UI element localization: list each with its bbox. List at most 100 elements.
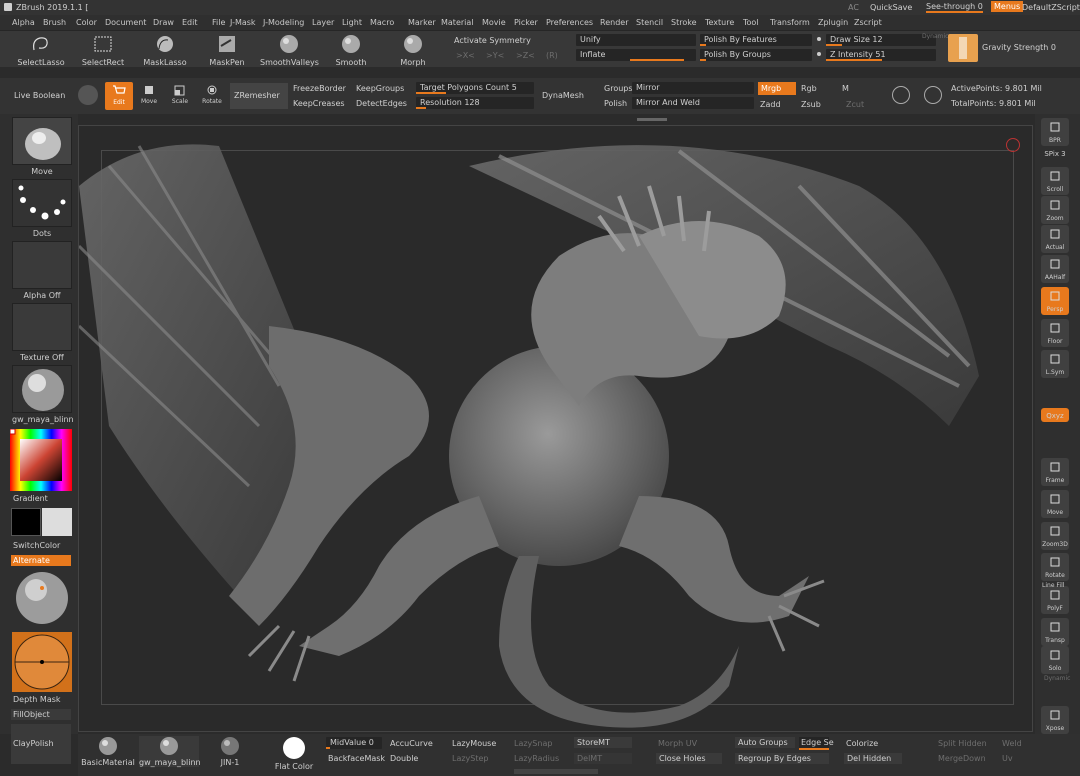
select-rect-button[interactable]: SelectRect — [80, 34, 126, 67]
weld-button[interactable]: Weld — [1002, 739, 1022, 748]
shelf-handle[interactable] — [637, 118, 667, 121]
menu-picker[interactable]: Picker — [514, 18, 538, 27]
merge-down-button[interactable]: MergeDown — [938, 754, 986, 763]
gravity-strength-label[interactable]: Gravity Strength 0 — [982, 43, 1056, 52]
right-transp-button[interactable]: Transp — [1041, 618, 1069, 646]
move-mode-button[interactable]: Move — [138, 84, 160, 105]
lazy-step-slider[interactable]: LazyStep — [452, 754, 489, 763]
stroke-thumbnail[interactable] — [12, 179, 72, 227]
right-lsym-button[interactable]: L.Sym — [1041, 350, 1069, 378]
right-xyz-button[interactable]: Qxyz — [1041, 408, 1069, 422]
menu-tool[interactable]: Tool — [743, 18, 759, 27]
rgb-toggle[interactable]: Rgb — [801, 84, 817, 93]
mask-pen-button[interactable]: MaskPen — [204, 34, 250, 67]
quicksave-button[interactable]: QuickSave — [870, 3, 912, 12]
menu-material[interactable]: Material — [441, 18, 474, 27]
z-intensity-slider[interactable]: Z Intensity 51 — [826, 49, 936, 61]
morph-button[interactable]: Morph — [392, 34, 434, 67]
menu-alpha[interactable]: Alpha — [12, 18, 35, 27]
brush-thumbnail[interactable] — [12, 117, 72, 165]
right-xpose-button[interactable]: Xpose — [1041, 706, 1069, 734]
right-zoom3d-button[interactable]: Zoom3D — [1041, 522, 1069, 550]
double-toggle[interactable]: Double — [390, 754, 418, 763]
auto-groups-button[interactable]: Auto Groups — [735, 737, 795, 748]
edge-se-slider[interactable]: Edge Se — [799, 737, 834, 750]
alt-sphere-thumbnail[interactable] — [12, 570, 72, 626]
inflate-slider[interactable]: Inflate — [576, 49, 696, 61]
clay-polish-button[interactable]: ClayPolish — [11, 724, 71, 764]
bottom-shelf-handle[interactable] — [514, 769, 598, 774]
menu-brush[interactable]: Brush — [43, 18, 66, 27]
canvas-viewport[interactable] — [78, 125, 1033, 732]
dynamesh-button[interactable]: DynaMesh — [542, 91, 584, 100]
polish-features-slider[interactable]: Polish By Features — [700, 34, 812, 46]
rotate-mode-button[interactable]: Rotate — [200, 84, 224, 105]
ac-label[interactable]: AC — [848, 3, 859, 12]
freeze-border-button[interactable]: FreezeBorder — [293, 84, 346, 93]
menu-edit[interactable]: Edit — [182, 18, 198, 27]
target-polys-slider[interactable]: Target Polygons Count 5 — [416, 82, 534, 94]
material-thumbnail[interactable] — [12, 365, 72, 413]
menu-jmodeling[interactable]: J-Modeling — [263, 18, 304, 27]
right-floor-button[interactable]: Floor — [1041, 319, 1069, 347]
mirror-button[interactable]: Mirror — [632, 82, 754, 94]
right-actual-button[interactable]: Actual — [1041, 225, 1069, 253]
del-mt-button[interactable]: DelMT — [574, 753, 632, 764]
right-move-button[interactable]: Move — [1041, 490, 1069, 518]
keep-groups-button[interactable]: KeepGroups — [356, 84, 404, 93]
zsub-toggle[interactable]: Zsub — [801, 100, 821, 109]
right-frame-button[interactable]: Frame — [1041, 458, 1069, 486]
polish-toggle[interactable]: Polish — [604, 99, 627, 108]
jin1-button[interactable]: JIN-1 — [212, 736, 248, 767]
menu-macro[interactable]: Macro — [370, 18, 394, 27]
polish-groups-slider[interactable]: Polish By Groups — [700, 49, 812, 61]
menu-marker[interactable]: Marker — [408, 18, 436, 27]
switch-color-label[interactable]: SwitchColor — [13, 541, 73, 550]
lazy-snap-slider[interactable]: LazySnap — [514, 739, 552, 748]
dragon-model[interactable] — [79, 126, 1033, 732]
right-scroll-button[interactable]: Scroll — [1041, 167, 1069, 195]
sym-x-toggle[interactable]: >X< — [456, 51, 475, 60]
right-polyf-button[interactable]: PolyF — [1041, 586, 1069, 614]
alternate-toggle[interactable]: Alternate — [11, 555, 71, 566]
secondary-color-swatch[interactable] — [42, 508, 72, 536]
menus-toggle[interactable]: Menus — [991, 1, 1024, 12]
smooth-valleys-button[interactable]: SmoothValleys — [260, 34, 319, 67]
live-boolean-button[interactable]: Live Boolean — [14, 91, 65, 100]
menu-document[interactable]: Document — [105, 18, 146, 27]
smooth-button[interactable]: Smooth — [330, 34, 372, 67]
select-lasso-button[interactable]: SelectLasso — [16, 34, 66, 67]
depth-mask-thumbnail[interactable] — [12, 632, 72, 692]
seethrough-slider[interactable]: See-through 0 — [926, 2, 983, 13]
backface-mask-toggle[interactable]: BackfaceMask — [328, 754, 385, 763]
mask-lasso-button[interactable]: MaskLasso — [140, 34, 190, 67]
midvalue-slider[interactable]: MidValue 0 — [326, 737, 382, 749]
menu-light[interactable]: Light — [342, 18, 362, 27]
right-solo-button[interactable]: Solo — [1041, 646, 1069, 674]
right-zoom-button[interactable]: Zoom — [1041, 196, 1069, 224]
gw-maya-blinn-button[interactable]: gw_maya_blinn — [139, 736, 201, 767]
gravity-icon[interactable] — [948, 34, 978, 62]
edit-button[interactable]: Edit — [105, 82, 133, 110]
right-bpr-button[interactable]: BPR — [1041, 118, 1069, 146]
sym-r-toggle[interactable]: (R) — [546, 51, 558, 60]
lazy-mouse-toggle[interactable]: LazyMouse — [452, 739, 496, 748]
mrgb-toggle[interactable]: Mrgb — [758, 82, 796, 95]
right-spix-button[interactable]: SPix 3 — [1041, 146, 1069, 160]
menu-layer[interactable]: Layer — [312, 18, 334, 27]
accu-curve-toggle[interactable]: AccuCurve — [390, 739, 433, 748]
detect-edges-button[interactable]: DetectEdges — [356, 99, 407, 108]
mirror-weld-button[interactable]: Mirror And Weld — [632, 97, 754, 109]
menu-stencil[interactable]: Stencil — [636, 18, 663, 27]
s-icon[interactable] — [892, 86, 910, 104]
uv-button[interactable]: Uv — [1002, 754, 1013, 763]
color-picker[interactable] — [9, 428, 72, 491]
default-zscript-button[interactable]: DefaultZScript — [1022, 3, 1080, 12]
menu-zplugin[interactable]: Zplugin — [818, 18, 848, 27]
split-hidden-button[interactable]: Split Hidden — [938, 739, 987, 748]
sym-z-toggle[interactable]: >Z< — [516, 51, 535, 60]
unify-slider[interactable]: Unify — [576, 34, 696, 46]
morph-uv-button[interactable]: Morph UV — [658, 739, 697, 748]
flat-color-button[interactable]: Flat Color — [272, 736, 316, 771]
basic-material-button[interactable]: BasicMaterial — [80, 736, 136, 767]
